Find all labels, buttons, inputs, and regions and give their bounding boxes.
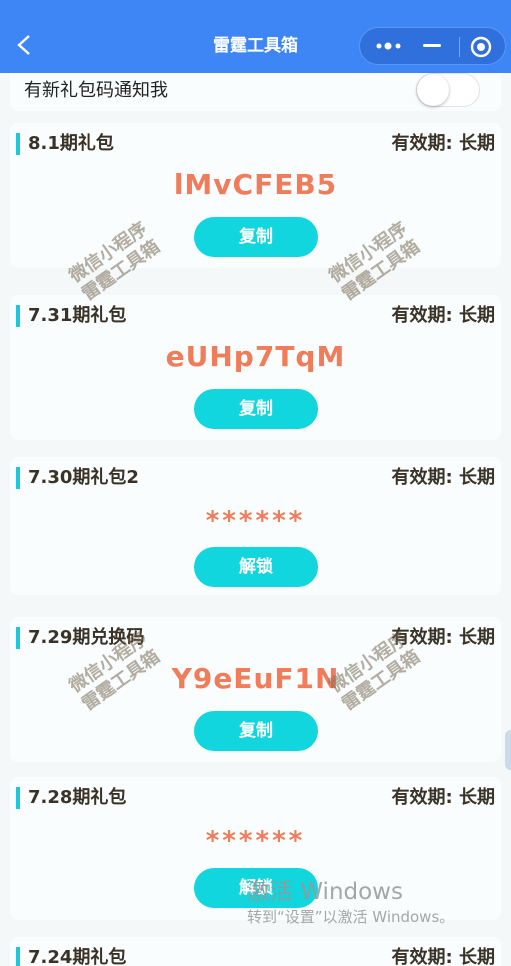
side-floating-tab[interactable]: [505, 730, 511, 770]
gift-code: lMvCFEB5: [173, 168, 338, 201]
minus-icon[interactable]: [423, 44, 441, 47]
notify-setting-row: 有新礼包码通知我: [10, 73, 501, 111]
gift-code-masked: ******: [205, 506, 306, 536]
copy-button[interactable]: 复制: [194, 389, 318, 429]
copy-button[interactable]: 复制: [194, 711, 318, 751]
accent-bar: [16, 787, 20, 809]
gift-code: eUHp7TqM: [165, 340, 346, 373]
gift-title: 7.24期礼包: [28, 947, 127, 966]
gift-validity: 有效期: 长期: [391, 133, 495, 154]
accent-bar: [16, 305, 20, 327]
accent-bar: [16, 947, 20, 966]
gift-card: 7.31期礼包 有效期: 长期 eUHp7TqM 复制: [10, 295, 501, 440]
gift-card: 7.30期礼包2 有效期: 长期 ****** 解锁: [10, 457, 501, 595]
gift-title: 7.28期礼包: [28, 787, 127, 808]
gift-validity: 有效期: 长期: [391, 467, 495, 488]
toggle-knob: [417, 74, 449, 106]
gift-code-masked: ******: [205, 826, 306, 856]
activation-subtitle: 转到“设置”以激活 Windows。: [247, 908, 455, 926]
gift-title: 7.30期礼包2: [28, 467, 139, 488]
more-dots-icon[interactable]: [376, 40, 402, 52]
gift-validity: 有效期: 长期: [391, 627, 495, 648]
copy-button[interactable]: 复制: [194, 217, 318, 257]
navbar: 雷霆工具箱: [0, 0, 511, 73]
gift-code: Y9eEuF1N: [171, 662, 340, 695]
mini-program-capsule: [359, 27, 506, 65]
gift-title: 7.31期礼包: [28, 305, 127, 326]
gift-card: 7.24期礼包 有效期: 长期: [10, 937, 501, 966]
gift-validity: 有效期: 长期: [391, 947, 495, 966]
accent-bar: [16, 467, 20, 489]
page: 雷霆工具箱 有新礼包码通知我 8.1期礼包 有效期: 长期 lMvCFEB5 复…: [0, 0, 511, 966]
accent-bar: [16, 133, 20, 155]
gift-title: 8.1期礼包: [28, 133, 114, 154]
gift-title: 7.29期兑换码: [28, 627, 145, 648]
windows-activation-notice: 激活 Windows 转到“设置”以激活 Windows。: [247, 878, 454, 928]
gift-card: 7.29期兑换码 有效期: 长期 Y9eEuF1N 复制: [10, 617, 501, 762]
gift-validity: 有效期: 长期: [391, 787, 495, 808]
gift-card: 8.1期礼包 有效期: 长期 lMvCFEB5 复制: [10, 123, 501, 268]
notify-label: 有新礼包码通知我: [24, 80, 168, 101]
notify-toggle[interactable]: [416, 73, 480, 107]
activation-title: 激活 Windows: [247, 879, 403, 905]
gift-validity: 有效期: 长期: [391, 305, 495, 326]
capsule-divider: [459, 37, 460, 57]
accent-bar: [16, 627, 20, 649]
unlock-button[interactable]: 解锁: [194, 547, 318, 587]
target-circle-icon[interactable]: [470, 36, 492, 58]
